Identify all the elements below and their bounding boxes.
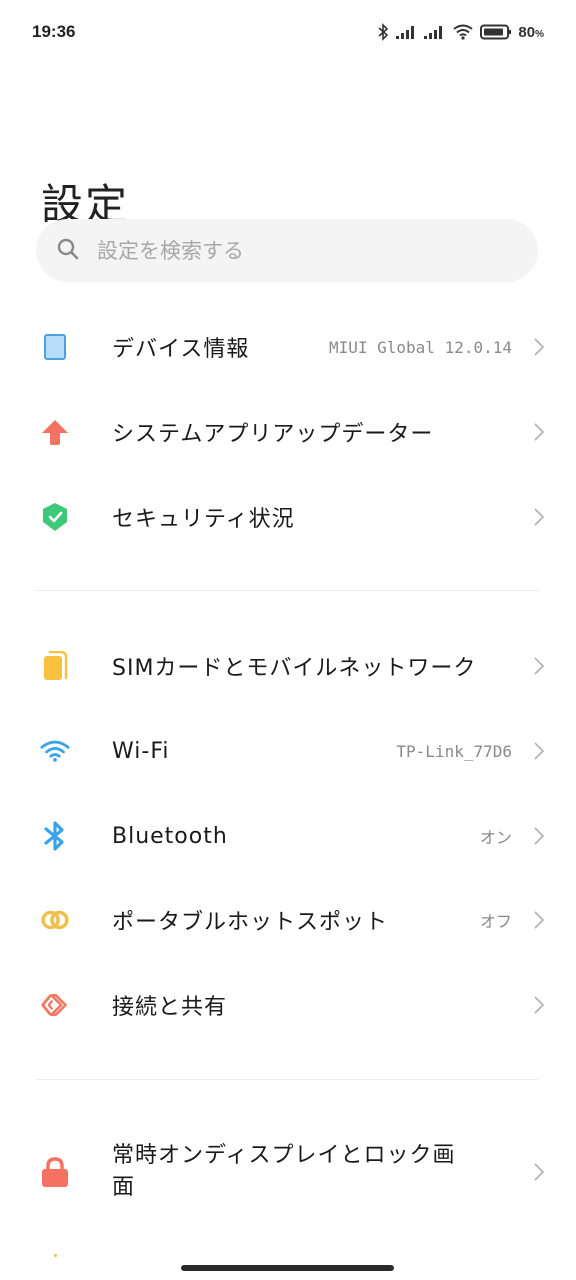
list-item-system-app-updater[interactable]: システムアプリアップデーター — [0, 392, 576, 472]
chevron-right-icon — [534, 657, 545, 675]
shield-check-icon — [40, 502, 70, 532]
battery-icon — [480, 24, 512, 40]
next-item-icon-peek — [54, 1254, 57, 1257]
search-icon — [57, 238, 79, 264]
chevron-right-icon — [534, 996, 545, 1014]
battery-percent-sign: % — [535, 28, 544, 40]
bluetooth-icon — [376, 23, 390, 41]
list-item-always-on-display-lock-screen[interactable]: 常時オンディスプレイとロック画面 — [0, 1130, 576, 1214]
hotspot-link-icon — [40, 905, 70, 935]
item-value: TP-Link_77D6 — [396, 741, 512, 761]
chevron-right-icon — [534, 338, 545, 356]
item-value: MIUI Global 12.0.14 — [328, 337, 512, 357]
arrow-up-icon — [40, 417, 70, 447]
status-icons: 80% — [376, 23, 544, 41]
wifi-icon — [452, 24, 474, 40]
item-label: SIMカードとモバイルネットワーク — [112, 656, 477, 681]
chevron-right-icon — [534, 911, 545, 929]
item-label: 接続と共有 — [112, 995, 228, 1020]
chevron-right-icon — [534, 423, 545, 441]
battery-percent-value: 80 — [518, 23, 536, 41]
battery-percent: 80% — [518, 24, 544, 41]
search-input[interactable] — [95, 237, 499, 264]
list-item-bluetooth[interactable]: Bluetooth オン — [0, 796, 576, 876]
section-divider — [36, 590, 538, 591]
connection-share-icon — [40, 990, 70, 1020]
item-label: デバイス情報 — [112, 337, 250, 362]
list-item-connection-sharing[interactable]: 接続と共有 — [0, 965, 576, 1045]
item-label: Bluetooth — [112, 823, 228, 849]
list-item-security-status[interactable]: セキュリティ状況 — [0, 477, 576, 557]
chevron-right-icon — [534, 827, 545, 845]
list-item-wifi[interactable]: Wi-Fi TP-Link_77D6 — [0, 711, 576, 791]
home-indicator[interactable] — [181, 1265, 394, 1271]
item-label: システムアプリアップデーター — [112, 422, 434, 447]
list-item-sim-mobile-network[interactable]: SIMカードとモバイルネットワーク — [0, 626, 576, 706]
search-bar[interactable] — [36, 219, 538, 282]
item-label: 常時オンディスプレイとロック画面 — [112, 1143, 456, 1200]
status-time: 19:36 — [32, 22, 76, 41]
item-label: Wi-Fi — [112, 738, 170, 764]
list-item-portable-hotspot[interactable]: ポータブルホットスポット オフ — [0, 880, 576, 960]
section-divider — [36, 1079, 538, 1080]
sim-card-icon — [40, 651, 70, 681]
item-value: オフ — [479, 912, 512, 931]
signal-icon — [396, 25, 418, 39]
chevron-right-icon — [534, 508, 545, 526]
chevron-right-icon — [534, 1163, 545, 1181]
status-bar: 19:36 80% — [0, 0, 576, 64]
wifi-icon — [40, 736, 70, 766]
lock-icon — [40, 1157, 70, 1187]
chevron-right-icon — [534, 742, 545, 760]
item-value: オン — [479, 828, 512, 847]
device-icon — [40, 332, 70, 362]
item-label: セキュリティ状況 — [112, 507, 295, 532]
bluetooth-icon — [40, 821, 70, 851]
list-item-device-info[interactable]: デバイス情報 MIUI Global 12.0.14 — [0, 307, 576, 387]
item-label: ポータブルホットスポット — [112, 910, 389, 935]
signal-icon — [424, 25, 446, 39]
